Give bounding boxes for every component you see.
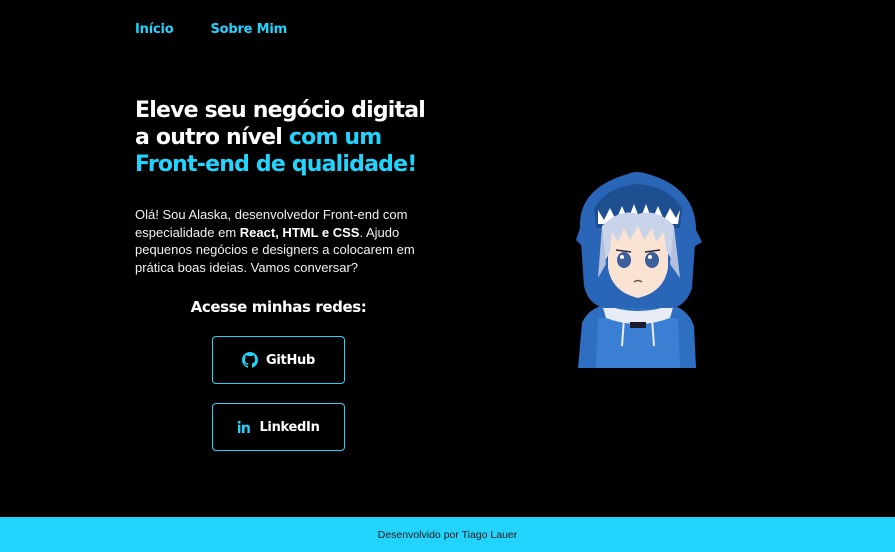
- footer: Desenvolvido por Tiago Lauer: [0, 517, 895, 552]
- linkedin-button-label: LinkedIn: [259, 419, 320, 435]
- socials-title: Acesse minhas redes:: [190, 298, 367, 316]
- nav-link-sobre-mim[interactable]: Sobre Mim: [210, 22, 287, 37]
- linkedin-button[interactable]: LinkedIn: [212, 403, 345, 451]
- github-button[interactable]: GitHub: [212, 336, 345, 384]
- github-button-label: GitHub: [266, 352, 315, 368]
- linkedin-icon: [237, 420, 251, 434]
- github-icon: [242, 352, 258, 368]
- nav-link-inicio[interactable]: Início: [135, 22, 174, 37]
- intro-text: Olá! Sou Alaska, desenvolvedor Front-end…: [135, 206, 420, 276]
- hero-title-main: Eleve seu negócio digital a outro nível: [135, 98, 426, 150]
- footer-credits: Desenvolvido por Tiago Lauer: [377, 528, 518, 541]
- hero-title: Eleve seu negócio digital a outro nível …: [135, 97, 435, 178]
- intro-skills: React, HTML e CSS: [239, 224, 360, 240]
- main-nav: Início Sobre Mim: [135, 22, 287, 37]
- shark-hood-avatar-image: [568, 168, 708, 376]
